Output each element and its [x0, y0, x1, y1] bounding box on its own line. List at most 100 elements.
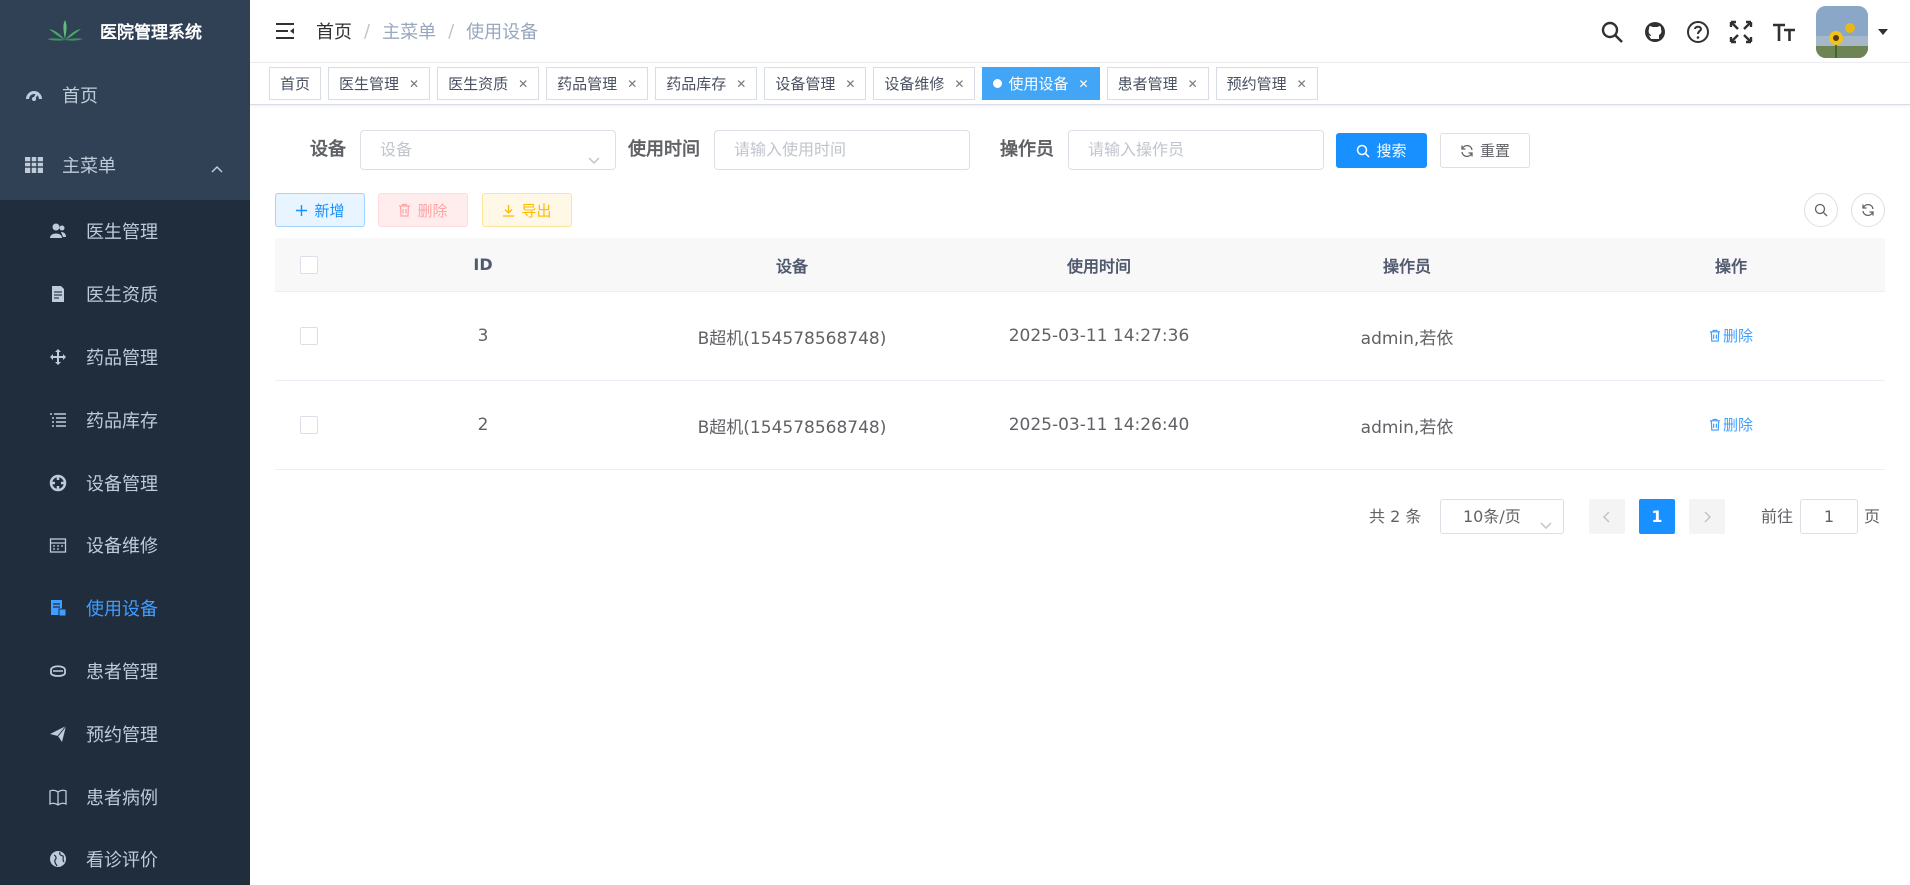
- tag-doctor-management[interactable]: 医生管理 ✕: [328, 67, 431, 100]
- tags-view: 首页 医生管理 ✕ 医生资质 ✕ 药品管理 ✕ 药品库存 ✕ 设备管理 ✕ 设备维修 ✕ 使…: [250, 63, 1910, 105]
- tag-label: 预约管理: [1226, 75, 1287, 93]
- avatar[interactable]: [1816, 5, 1868, 58]
- book-icon: [48, 787, 68, 807]
- page-number-active[interactable]: 1: [1639, 499, 1675, 534]
- sidebar-item-label: 设备维修: [86, 536, 158, 558]
- time-cell: 2025-03-11 14:27:36: [1008, 326, 1190, 346]
- page-size-select[interactable]: 10条/页: [1440, 499, 1564, 534]
- tag-label: 设备管理: [775, 75, 836, 93]
- close-icon[interactable]: ✕: [409, 77, 419, 91]
- sidebar-item-home[interactable]: 首页: [0, 60, 250, 130]
- search-button[interactable]: 搜索: [1336, 133, 1427, 168]
- sidebar-item-label: 主菜单: [62, 156, 116, 177]
- sidebar-item-appointment-management[interactable]: 预约管理: [0, 702, 250, 765]
- sidebar-item-drug-management[interactable]: 药品管理: [0, 326, 250, 389]
- tag-patient-management[interactable]: 患者管理 ✕: [1106, 67, 1209, 100]
- search-form: 设备 设备 使用时间 请输入使用时间 操作员 请输入操作员 搜索 重置: [250, 130, 1910, 170]
- id-cell: 3: [477, 326, 489, 346]
- device-cell: B超机(154578568748): [697, 328, 887, 349]
- close-icon[interactable]: ✕: [1188, 77, 1198, 91]
- close-icon[interactable]: ✕: [845, 77, 855, 91]
- tag-label: 医生管理: [339, 75, 400, 93]
- tag-home[interactable]: 首页: [269, 67, 322, 100]
- sidebar-item-equipment-repair[interactable]: 设备维修: [0, 514, 250, 577]
- search-icon[interactable]: [1591, 11, 1633, 53]
- send-icon: [48, 724, 68, 744]
- row-delete-button[interactable]: 删除: [1709, 325, 1753, 346]
- tag-drug-stock[interactable]: 药品库存 ✕: [655, 67, 758, 100]
- close-icon[interactable]: ✕: [627, 77, 637, 91]
- search-icon: [1356, 144, 1371, 158]
- goto-page-input[interactable]: 1: [1800, 499, 1858, 534]
- tag-label: 药品管理: [557, 75, 618, 93]
- prev-page-button[interactable]: [1589, 499, 1625, 534]
- sidebar-item-main-menu[interactable]: 主菜单: [0, 130, 250, 200]
- dashboard-icon: [24, 85, 44, 105]
- sidebar-item-equipment-management[interactable]: 设备管理: [0, 451, 250, 514]
- add-button[interactable]: 新增: [275, 193, 365, 227]
- sidebar-item-doctor-management[interactable]: 医生管理: [0, 200, 250, 263]
- logo-icon: [47, 20, 83, 41]
- tag-equipment-usage[interactable]: 使用设备 ✕: [982, 67, 1100, 100]
- device-select[interactable]: 设备: [360, 130, 616, 170]
- row-delete-label: 删除: [1722, 327, 1753, 345]
- sidebar-item-equipment-usage[interactable]: 使用设备: [0, 577, 250, 640]
- row-checkbox[interactable]: [300, 327, 318, 345]
- operator-input[interactable]: 请输入操作员: [1068, 130, 1324, 170]
- tag-equipment-repair[interactable]: 设备维修 ✕: [873, 67, 976, 100]
- submenu: 医生管理 医生资质 药品管理 药品库存 设备管理 设备维修 使用设备 患者管理: [0, 200, 250, 885]
- page-suffix-label: 页: [1864, 507, 1881, 526]
- font-size-icon[interactable]: [1763, 11, 1805, 53]
- row-delete-button[interactable]: 删除: [1709, 414, 1753, 435]
- tag-label: 医生资质: [448, 75, 509, 93]
- breadcrumb-item[interactable]: 首页: [316, 18, 352, 44]
- next-page-button[interactable]: [1689, 499, 1725, 534]
- sidebar-item-label: 设备管理: [86, 473, 158, 495]
- close-icon[interactable]: ✕: [1297, 77, 1307, 91]
- close-icon[interactable]: ✕: [954, 77, 964, 91]
- close-icon[interactable]: ✕: [518, 77, 528, 91]
- delete-button[interactable]: 删除: [378, 193, 468, 227]
- plus-icon: [295, 204, 308, 217]
- logo[interactable]: 医院管理系统: [0, 0, 250, 60]
- tag-doctor-qualification[interactable]: 医生资质 ✕: [437, 67, 540, 100]
- tag-appointment-management[interactable]: 预约管理 ✕: [1215, 67, 1318, 100]
- row-checkbox[interactable]: [300, 416, 318, 434]
- question-icon[interactable]: [1677, 11, 1719, 53]
- row-delete-label: 删除: [1722, 416, 1753, 434]
- operator-label: 操作员: [1000, 139, 1054, 160]
- refresh-table-button[interactable]: [1851, 193, 1885, 227]
- documentation-icon: [48, 284, 68, 304]
- reset-button[interactable]: 重置: [1440, 133, 1530, 168]
- operator-cell: admin,若依: [1360, 328, 1454, 349]
- sidebar-item-label: 看诊评价: [86, 850, 158, 872]
- sidebar-item-label: 首页: [62, 86, 98, 107]
- sidebar-item-patient-management[interactable]: 患者管理: [0, 640, 250, 703]
- sidebar-item-drug-stock[interactable]: 药品库存: [0, 388, 250, 451]
- sidebar-item-label: 患者管理: [86, 661, 158, 683]
- breadcrumb-separator: /: [364, 20, 371, 42]
- chevron-right-icon: [1702, 510, 1712, 524]
- table-header: ID 设备 使用时间 操作员 操作: [275, 238, 1885, 292]
- sidebar-item-patient-cases[interactable]: 患者病例: [0, 765, 250, 828]
- sidebar-item-visit-review[interactable]: 看诊评价: [0, 828, 250, 885]
- export-button-label: 导出: [521, 201, 552, 220]
- github-icon[interactable]: [1634, 11, 1676, 53]
- sidebar-item-doctor-qualification[interactable]: 医生资质: [0, 263, 250, 326]
- close-icon[interactable]: ✕: [1079, 77, 1089, 91]
- user-dropdown[interactable]: [1816, 5, 1888, 58]
- action-cell: 删除: [1577, 414, 1885, 436]
- time-input[interactable]: 请输入使用时间: [714, 130, 970, 170]
- sidebar-item-label: 患者病例: [86, 787, 158, 809]
- toggle-search-button[interactable]: [1804, 193, 1838, 227]
- fullscreen-icon[interactable]: [1720, 11, 1762, 53]
- select-all-checkbox[interactable]: [300, 255, 318, 274]
- export-button[interactable]: 导出: [482, 193, 572, 227]
- action-cell: 删除: [1577, 325, 1885, 347]
- hamburger-icon[interactable]: [270, 16, 300, 46]
- tag-equipment-management[interactable]: 设备管理 ✕: [764, 67, 867, 100]
- table-row: 3 B超机(154578568748) 2025-03-11 14:27:36 …: [275, 292, 1885, 381]
- data-table: ID 设备 使用时间 操作员 操作 3 B超机(154578568748) 20…: [275, 238, 1885, 470]
- tag-drug-management[interactable]: 药品管理 ✕: [546, 67, 649, 100]
- close-icon[interactable]: ✕: [736, 77, 746, 91]
